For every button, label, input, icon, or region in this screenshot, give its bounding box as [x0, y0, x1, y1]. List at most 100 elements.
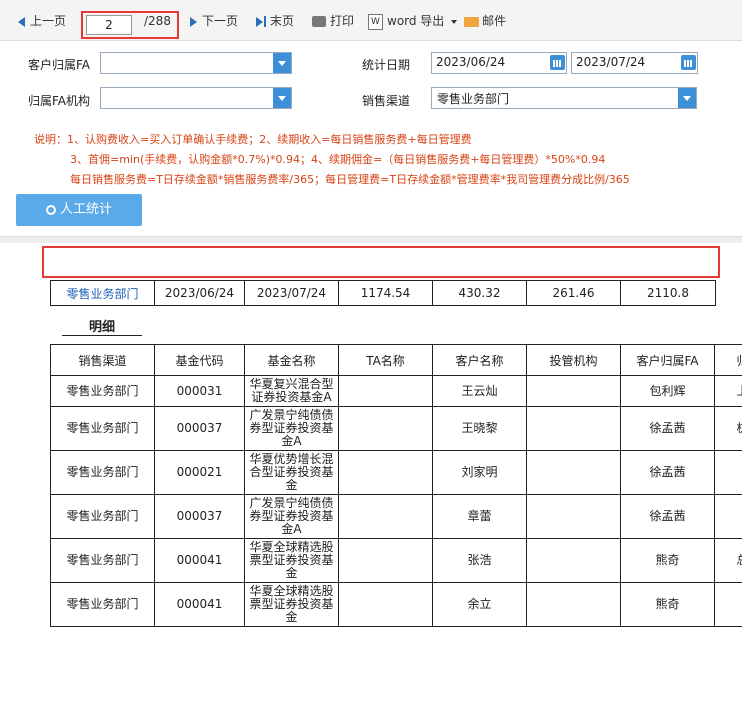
note-line-1: 说明：1、认购费收入=买入订单确认手续费；2、续期收入=每日销售服务费+每日管理… — [34, 133, 472, 146]
col-ta-name: TA名称 — [338, 344, 433, 376]
cell-fund-name: 广发景宁纯债债券型证券投资基金A — [244, 494, 339, 539]
cell-customer-fa: 徐孟茜 — [620, 494, 715, 539]
cell-manager-org — [526, 406, 621, 451]
printer-icon — [312, 16, 326, 27]
divider — [0, 236, 742, 243]
summary-value-4: 2110.8 — [620, 280, 716, 306]
date-to-value: 2023/07/24 — [576, 55, 646, 69]
cell-channel: 零售业务部门 — [50, 494, 155, 539]
table-row: 零售业务部门 000037 广发景宁纯债债券型证券投资基金A 章蕾 徐孟茜 — [50, 494, 742, 539]
summary-channel[interactable]: 零售业务部门 — [50, 280, 155, 306]
cell-org — [714, 494, 742, 539]
cell-manager-org — [526, 494, 621, 539]
summary-date-from: 2023/06/24 — [154, 280, 245, 306]
cell-channel: 零售业务部门 — [50, 582, 155, 627]
dropdown-caret-icon — [451, 19, 458, 24]
cell-fund-name: 广发景宁纯债债券型证券投资基金A — [244, 406, 339, 451]
word-icon: W — [368, 13, 383, 30]
cell-ta-name — [338, 406, 433, 451]
summary-row: 零售业务部门 2023/06/24 2023/07/24 1174.54 430… — [50, 280, 716, 306]
fa-select[interactable] — [100, 52, 292, 74]
channel-select[interactable]: 零售业务部门 — [431, 87, 697, 109]
cell-customer-fa: 包利辉 — [620, 375, 715, 407]
prev-label: 上一页 — [30, 14, 67, 28]
word-label: word 导出 — [387, 14, 445, 28]
cell-manager-org — [526, 582, 621, 627]
last-bar-icon — [264, 16, 266, 27]
calendar-icon[interactable] — [681, 55, 696, 70]
cell-org: 总 — [714, 538, 742, 583]
print-button[interactable]: 打印 — [312, 12, 354, 30]
table-row: 零售业务部门 000037 广发景宁纯债债券型证券投资基金A 王晓黎 徐孟茜 杭 — [50, 406, 742, 451]
last-arrow-icon — [256, 16, 263, 27]
next-arrow-icon — [190, 16, 197, 27]
org-label: 归属FA机构 — [28, 94, 91, 108]
summary-date-to: 2023/07/24 — [244, 280, 339, 306]
cell-fund-code: 000041 — [154, 538, 245, 583]
chevron-down-icon[interactable] — [273, 53, 291, 73]
cell-org: 杭 — [714, 406, 742, 451]
cell-customer: 余立 — [432, 582, 527, 627]
detail-header-row: 销售渠道 基金代码 基金名称 TA名称 客户名称 投管机构 客户归属FA 归 — [50, 344, 742, 376]
col-customer: 客户名称 — [432, 344, 527, 376]
date-to-input[interactable]: 2023/07/24 — [571, 52, 698, 74]
org-select[interactable] — [100, 87, 292, 109]
chevron-down-icon[interactable] — [678, 88, 696, 108]
col-manager-org: 投管机构 — [526, 344, 621, 376]
pie-icon — [45, 204, 56, 215]
cell-manager-org — [526, 375, 621, 407]
cell-manager-org — [526, 450, 621, 495]
mail-label: 邮件 — [482, 14, 507, 28]
cell-customer: 刘家明 — [432, 450, 527, 495]
summary-value-3: 261.46 — [526, 280, 621, 306]
date-from-input[interactable]: 2023/06/24 — [431, 52, 567, 74]
cell-customer-fa: 熊奇 — [620, 538, 715, 583]
cell-manager-org — [526, 538, 621, 583]
print-label: 打印 — [330, 14, 355, 28]
col-fund-name: 基金名称 — [244, 344, 339, 376]
next-page-button[interactable]: 下一页 — [190, 12, 238, 30]
cell-customer: 章蕾 — [432, 494, 527, 539]
cell-ta-name — [338, 375, 433, 407]
last-label: 末页 — [270, 14, 295, 28]
col-org-truncated: 归 — [714, 344, 742, 376]
cell-customer-fa: 徐孟茜 — [620, 450, 715, 495]
last-page-button[interactable]: 末页 — [256, 12, 294, 30]
prev-page-button[interactable]: 上一页 — [18, 12, 66, 30]
cell-fund-code: 000041 — [154, 582, 245, 627]
detail-title: 明细 — [62, 316, 142, 336]
highlight-header-box — [42, 246, 720, 278]
fa-label: 客户归属FA — [28, 58, 91, 72]
summary-value-1: 1174.54 — [338, 280, 433, 306]
cell-fund-code: 000037 — [154, 494, 245, 539]
mail-icon — [464, 16, 479, 27]
summary-table: 零售业务部门 2023/06/24 2023/07/24 1174.54 430… — [50, 280, 716, 306]
table-row: 零售业务部门 000031 华夏复兴混合型证券投资基金A 王云灿 包利辉 上 — [50, 375, 742, 407]
next-label: 下一页 — [202, 14, 239, 28]
detail-table: 销售渠道 基金代码 基金名称 TA名称 客户名称 投管机构 客户归属FA 归 零… — [50, 344, 742, 627]
cell-customer: 张浩 — [432, 538, 527, 583]
mail-button[interactable]: 邮件 — [464, 12, 506, 30]
cell-org — [714, 582, 742, 627]
channel-select-value: 零售业务部门 — [437, 92, 510, 106]
channel-label: 销售渠道 — [362, 94, 411, 108]
word-export-button[interactable]: Wword 导出 — [368, 12, 458, 30]
cell-ta-name — [338, 582, 433, 627]
chevron-down-icon[interactable] — [273, 88, 291, 108]
cell-customer-fa: 熊奇 — [620, 582, 715, 627]
highlight-page-box — [81, 11, 179, 39]
manual-stat-button[interactable]: 人工统计 — [16, 194, 142, 226]
cell-fund-code: 000031 — [154, 375, 245, 407]
col-customer-fa: 客户归属FA — [620, 344, 715, 376]
cell-ta-name — [338, 494, 433, 539]
cell-fund-name: 华夏优势增长混合型证券投资基金 — [244, 450, 339, 495]
cell-customer: 王云灿 — [432, 375, 527, 407]
cell-ta-name — [338, 538, 433, 583]
cell-customer: 王晓黎 — [432, 406, 527, 451]
calendar-icon[interactable] — [550, 55, 565, 70]
note-line-2: 3、首佣=min(手续费，认购金额*0.7%)*0.94；4、续期佣金=（每日销… — [70, 153, 606, 166]
date-label: 统计日期 — [362, 58, 411, 72]
cell-channel: 零售业务部门 — [50, 375, 155, 407]
note-line-3: 每日销售服务费=T日存续金额*销售服务费率/365；每日管理费=T日存续金额*管… — [70, 173, 630, 186]
manual-stat-label: 人工统计 — [59, 202, 112, 217]
